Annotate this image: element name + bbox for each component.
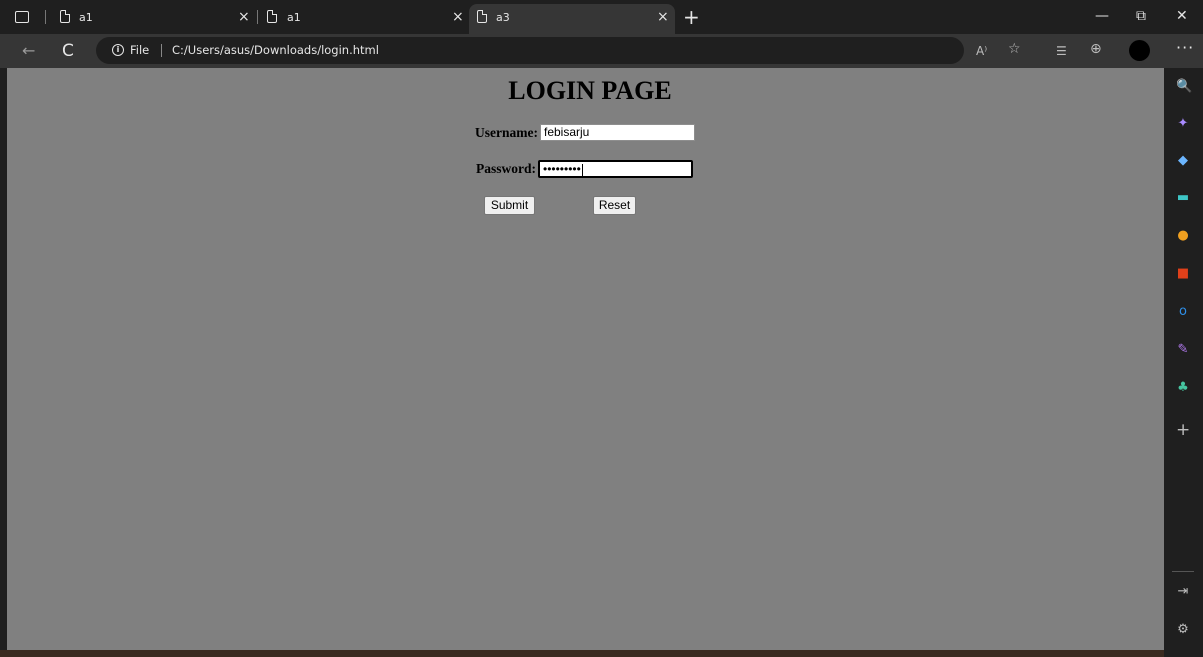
tab-strip: a1 × a1 × a3 × + — ⧉ ✕ — [0, 0, 1203, 34]
page-icon — [267, 10, 277, 23]
copilot-sparkle-icon[interactable]: ✦ — [1176, 117, 1190, 131]
page-icon — [477, 10, 487, 23]
password-row: Password: ••••••••• — [476, 160, 693, 178]
tab-title: a3 — [496, 11, 510, 24]
tools-briefcase-icon[interactable]: ▬ — [1176, 191, 1190, 205]
tab-separator — [45, 10, 46, 24]
new-tab-icon[interactable]: + — [683, 7, 700, 27]
minimize-icon[interactable]: — — [1095, 8, 1109, 24]
tab-actions-button[interactable] — [14, 9, 30, 25]
tab-a3-active[interactable]: a3 × — [469, 4, 675, 34]
tab-a1-second[interactable]: a1 × — [259, 0, 469, 34]
info-icon[interactable]: i — [112, 44, 124, 56]
text-caret — [581, 163, 583, 176]
tab-close-icon[interactable]: × — [238, 10, 250, 24]
reset-button[interactable]: Reset — [593, 196, 636, 215]
page-viewport: LOGIN PAGE Username: febisarju Password:… — [7, 68, 1164, 650]
tab-separator — [257, 10, 258, 24]
designer-icon[interactable]: ✎ — [1176, 343, 1190, 357]
tree-icon[interactable]: ♣ — [1176, 381, 1190, 395]
submit-button[interactable]: Submit — [484, 196, 535, 215]
settings-gear-icon[interactable]: ⚙ — [1176, 623, 1190, 637]
collections-icon[interactable]: ⊕ — [1090, 42, 1102, 56]
username-row: Username: febisarju — [475, 124, 695, 141]
tab-close-icon[interactable]: × — [452, 10, 464, 24]
sidebar-toggle-icon[interactable]: ⇥ — [1176, 585, 1190, 599]
browser-toolbar: ← C i File C:/Users/asus/Downloads/login… — [0, 34, 1203, 68]
games-icon[interactable]: ● — [1176, 229, 1190, 243]
restore-icon[interactable]: ⧉ — [1136, 8, 1146, 24]
page-icon — [60, 10, 70, 23]
edge-sidebar: 🔍 ✦ ◆ ▬ ● ■ o ✎ ♣ + ⇥ ⚙ — [1164, 68, 1203, 657]
favorites-icon[interactable]: ☰ — [1056, 44, 1067, 58]
taskbar-strip — [0, 650, 1164, 657]
password-value: ••••••••• — [543, 162, 581, 176]
tab-title: a1 — [79, 11, 93, 24]
address-url[interactable]: C:/Users/asus/Downloads/login.html — [172, 43, 379, 57]
password-label: Password: — [476, 161, 536, 176]
outlook-icon[interactable]: o — [1176, 305, 1190, 319]
tab-close-icon[interactable]: × — [657, 10, 669, 24]
tab-title: a1 — [287, 11, 301, 24]
page-title: LOGIN PAGE — [508, 76, 672, 105]
tab-a1-first[interactable]: a1 × — [52, 0, 257, 34]
reload-icon[interactable]: C — [62, 42, 74, 60]
search-icon[interactable]: 🔍 — [1176, 80, 1192, 94]
office-icon[interactable]: ■ — [1176, 267, 1190, 281]
address-divider — [161, 44, 162, 57]
back-arrow-icon[interactable]: ← — [22, 42, 35, 60]
username-label: Username: — [475, 124, 538, 140]
password-input[interactable]: ••••••••• — [538, 160, 693, 178]
tab-actions-icon — [15, 11, 29, 23]
profile-avatar[interactable] — [1129, 40, 1150, 61]
address-scheme: File — [130, 43, 150, 57]
close-window-icon[interactable]: ✕ — [1176, 8, 1188, 24]
username-input[interactable]: febisarju — [539, 124, 695, 141]
add-favorite-icon[interactable]: ☆ — [1008, 42, 1021, 56]
more-menu-icon[interactable]: ··· — [1176, 38, 1194, 57]
username-value: febisarju — [543, 125, 590, 139]
shopping-tag-icon[interactable]: ◆ — [1176, 154, 1190, 168]
read-aloud-icon[interactable]: A⁾ — [976, 44, 987, 58]
window-left-edge — [0, 68, 7, 650]
add-icon[interactable]: + — [1176, 422, 1190, 439]
address-bar[interactable]: i File C:/Users/asus/Downloads/login.htm… — [96, 37, 964, 64]
sidebar-divider — [1172, 571, 1194, 572]
